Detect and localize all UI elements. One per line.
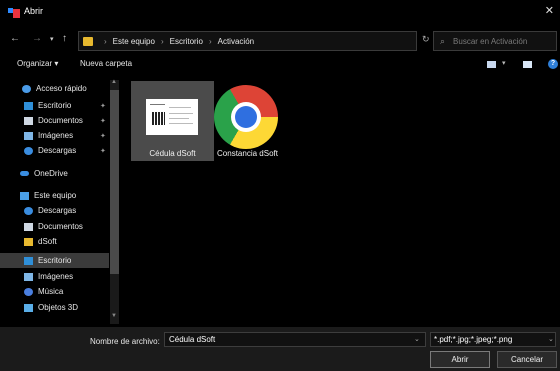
search-placeholder: Buscar en Activación	[453, 36, 528, 46]
star-icon	[22, 84, 31, 93]
sidebar-item-label: Imágenes	[38, 272, 74, 281]
desktop-icon	[24, 101, 33, 110]
sidebar-item[interactable]: Imágenes	[0, 269, 109, 284]
sidebar-item[interactable]: Documentos	[0, 219, 109, 234]
app-icon	[24, 237, 33, 246]
image-thumbnail	[146, 99, 198, 135]
change-view-icon[interactable]	[487, 61, 496, 68]
breadcrumb-separator-icon[interactable]: ›	[209, 37, 212, 46]
pin-icon[interactable]: ✦	[100, 147, 106, 155]
file-item-cedula[interactable]: Cédula dSoft	[131, 81, 214, 161]
sidebar-item[interactable]: Objetos 3D	[0, 300, 109, 315]
sidebar-item[interactable]: Música	[0, 284, 109, 299]
folder-icon	[83, 36, 93, 46]
navigation-bar: ← → ▾ ↑ › Este equipo › Escritorio › Act…	[0, 30, 560, 52]
computer-icon	[20, 191, 29, 200]
sidebar-item-label: Música	[38, 287, 64, 296]
organize-menu[interactable]: Organizar ▾	[17, 59, 58, 68]
sidebar-item-label: Objetos 3D	[38, 303, 79, 312]
sidebar-item[interactable]: dSoft	[0, 234, 109, 249]
up-arrow-icon[interactable]: ↑	[62, 33, 67, 44]
sidebar-item[interactable]: Descargas	[0, 203, 109, 218]
forward-arrow-icon[interactable]: →	[32, 33, 42, 44]
sidebar-scroll-thumb[interactable]	[110, 90, 119, 274]
cancel-button[interactable]: Cancelar	[497, 351, 557, 368]
preview-pane-icon[interactable]	[523, 61, 532, 68]
sidebar-item[interactable]: Este equipo	[0, 188, 109, 203]
address-bar[interactable]: › Este equipo › Escritorio › Activación …	[78, 31, 469, 51]
chrome-icon	[214, 85, 278, 149]
documents-icon	[24, 116, 33, 125]
file-item-constancia[interactable]: Constancia dSoft	[206, 81, 289, 161]
file-list: Cédula dSoft Constancia dSoft	[122, 78, 560, 326]
new-folder-button[interactable]: Nueva carpeta	[80, 59, 132, 68]
help-icon[interactable]: ?	[548, 59, 558, 69]
sidebar-item[interactable]: Escritorio	[0, 253, 109, 268]
open-button[interactable]: Abrir	[430, 351, 490, 368]
filename-history-chevron-icon[interactable]: ⌄	[414, 335, 420, 343]
scroll-up-icon[interactable]: ▲	[111, 79, 117, 85]
sidebar-item-label: Descargas	[38, 146, 77, 155]
sidebar-item[interactable]: Imágenes ✦	[0, 128, 109, 143]
pin-icon[interactable]: ✦	[100, 132, 106, 140]
sidebar-item-label: Escritorio	[38, 256, 72, 265]
sidebar-item[interactable]: Escritorio ✦	[0, 98, 109, 113]
app-icon	[8, 8, 20, 18]
pictures-icon	[24, 272, 33, 281]
objects-3d-icon	[24, 303, 33, 312]
sidebar-item-label: Escritorio	[38, 101, 72, 110]
recent-locations-chevron-icon[interactable]: ▾	[50, 35, 54, 43]
close-icon[interactable]: ✕	[545, 4, 554, 17]
sidebar-item-label: Descargas	[38, 206, 77, 215]
file-name: Constancia dSoft	[217, 149, 278, 158]
title-bar: Abrir ✕	[0, 0, 560, 24]
sidebar-item-label: Documentos	[38, 116, 83, 125]
sidebar-item-label: Imágenes	[38, 131, 74, 140]
dialog-footer: Nombre de archivo: Cédula dSoft ⌄ *.pdf;…	[0, 327, 560, 371]
sidebar-item[interactable]: Descargas ✦	[0, 143, 109, 158]
sidebar-item[interactable]: OneDrive	[0, 166, 109, 181]
sidebar-item-label: Acceso rápido	[36, 84, 87, 93]
qr-code-icon	[152, 112, 165, 125]
refresh-icon[interactable]: ↻	[422, 34, 430, 45]
sidebar-item-label: Este equipo	[34, 191, 77, 200]
download-icon	[24, 146, 33, 155]
documents-icon	[24, 222, 33, 231]
breadcrumb-separator-icon[interactable]: ›	[161, 37, 164, 46]
sidebar-item[interactable]: Documentos ✦	[0, 113, 109, 128]
pin-icon[interactable]: ✦	[100, 102, 106, 110]
breadcrumb-este-equipo[interactable]: Este equipo	[113, 37, 155, 46]
download-icon	[24, 206, 33, 215]
onedrive-icon	[20, 171, 29, 176]
filename-input[interactable]: Cédula dSoft	[164, 332, 426, 347]
file-name: Cédula dSoft	[149, 149, 196, 158]
sidebar-item-label: Documentos	[38, 222, 83, 231]
desktop-icon	[24, 256, 33, 265]
sidebar-item-label: OneDrive	[34, 169, 68, 178]
search-icon: ⌕	[440, 35, 446, 46]
breadcrumb-separator-icon[interactable]: ›	[104, 37, 107, 46]
view-options-chevron-icon[interactable]: ▾	[502, 59, 506, 67]
search-box[interactable]: ⌕ Buscar en Activación	[433, 31, 557, 51]
music-icon	[24, 287, 33, 296]
sidebar-item-label: dSoft	[38, 237, 57, 246]
window-title: Abrir	[24, 6, 44, 16]
back-arrow-icon[interactable]: ←	[10, 33, 20, 44]
command-toolbar: Organizar ▾ Nueva carpeta ▾ ?	[0, 56, 560, 74]
sidebar-item[interactable]: Acceso rápido	[0, 81, 109, 96]
scroll-down-icon[interactable]: ▼	[111, 313, 117, 319]
file-type-chevron-icon[interactable]: ⌄	[548, 335, 554, 343]
pictures-icon	[24, 131, 33, 140]
file-type-select[interactable]: *.pdf;*.jpg;*.jpeg;*.png	[430, 332, 556, 347]
pin-icon[interactable]: ✦	[100, 117, 106, 125]
filename-label: Nombre de archivo:	[90, 337, 160, 346]
breadcrumb-escritorio[interactable]: Escritorio	[170, 37, 203, 46]
breadcrumb-activacion[interactable]: Activación	[218, 37, 254, 46]
navigation-pane: Acceso rápido Escritorio ✦ Documentos ✦ Imáge…	[0, 78, 121, 326]
